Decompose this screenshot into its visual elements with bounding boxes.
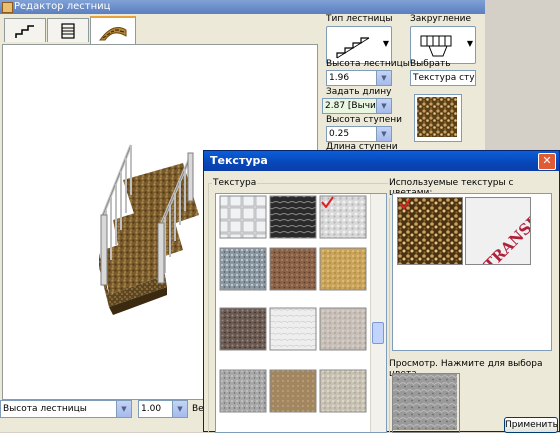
value-select-value: 1.00 (141, 404, 162, 414)
preview-texture-swatch (393, 374, 457, 430)
step-height-value: 0.25 (329, 129, 350, 139)
choose-label: Выбрать (410, 59, 451, 69)
ladder-icon (61, 22, 75, 39)
stair-height-value: 1.96 (329, 73, 350, 83)
textures-group-label: Текстура (212, 178, 258, 188)
texture-target-select[interactable]: Текстура ступ (410, 70, 476, 86)
transp-label: TRANSP (480, 211, 530, 264)
main-title-bar: Редактор лестниц (0, 0, 485, 14)
value-select[interactable]: 1.00 ▼ (138, 400, 188, 418)
scrollbar-thumb[interactable] (372, 322, 384, 344)
parameter-select[interactable]: Высота лестницы ▼ (0, 400, 132, 418)
tab-ladder[interactable] (47, 18, 89, 42)
stair-height-label: Высота лестницы (326, 59, 410, 69)
close-icon[interactable]: ✕ (538, 153, 556, 170)
step-height-select[interactable]: 0.25 ▼ (326, 126, 392, 142)
texture-dialog-title-bar: Текстура ✕ (204, 151, 559, 171)
chevron-down-icon: ▼ (382, 39, 389, 48)
gravel-texture-swatch (398, 198, 462, 264)
used-textures-list[interactable]: TRANSP (392, 193, 552, 351)
texture-list[interactable] (215, 193, 387, 433)
main-window-title: Редактор лестниц (14, 1, 111, 12)
stair-type-label: Тип лестницы (326, 14, 393, 24)
chevron-down-icon: ▼ (116, 401, 131, 417)
used-texture-gravel[interactable] (397, 197, 463, 265)
used-texture-transparent[interactable]: TRANSP (465, 197, 543, 274)
parameter-select-value: Высота лестницы (3, 404, 87, 414)
chevron-down-icon: ▼ (376, 71, 391, 85)
rounding-label: Закругление (410, 14, 472, 24)
texture-dialog-title: Текстура (210, 154, 268, 167)
chevron-down-icon: ▼ (172, 401, 187, 417)
texture-dialog: Текстура ✕ Текстура Используемые текстур… (203, 150, 560, 433)
chevron-down-icon: ▼ (376, 99, 391, 113)
tab-curved-stair[interactable] (90, 16, 136, 44)
set-length-label: Задать длину (326, 87, 392, 97)
chevron-down-icon: ▼ (376, 127, 391, 141)
gravel-texture-swatch (417, 97, 457, 137)
length-select[interactable]: 2.87 [Вычисляе ▼ (322, 98, 392, 114)
apply-button[interactable]: Применить (504, 417, 558, 433)
curved-stair-icon (99, 27, 127, 41)
app-icon (2, 2, 13, 13)
transparent-texture-swatch: TRANSP (480, 211, 543, 274)
straight-stair-icon (15, 24, 34, 38)
stair-height-select[interactable]: 1.96 ▼ (326, 70, 392, 86)
step-height-label: Высота ступени (326, 115, 403, 125)
tab-straight-stair[interactable] (4, 18, 46, 42)
texture-preview[interactable] (392, 373, 460, 433)
chevron-down-icon: ▼ (466, 39, 473, 48)
texture-list-scrollbar[interactable] (370, 194, 386, 432)
texture-target-value: Текстура ступ (413, 73, 476, 83)
texture-tiles (219, 195, 367, 413)
current-texture-preview[interactable] (414, 94, 462, 142)
